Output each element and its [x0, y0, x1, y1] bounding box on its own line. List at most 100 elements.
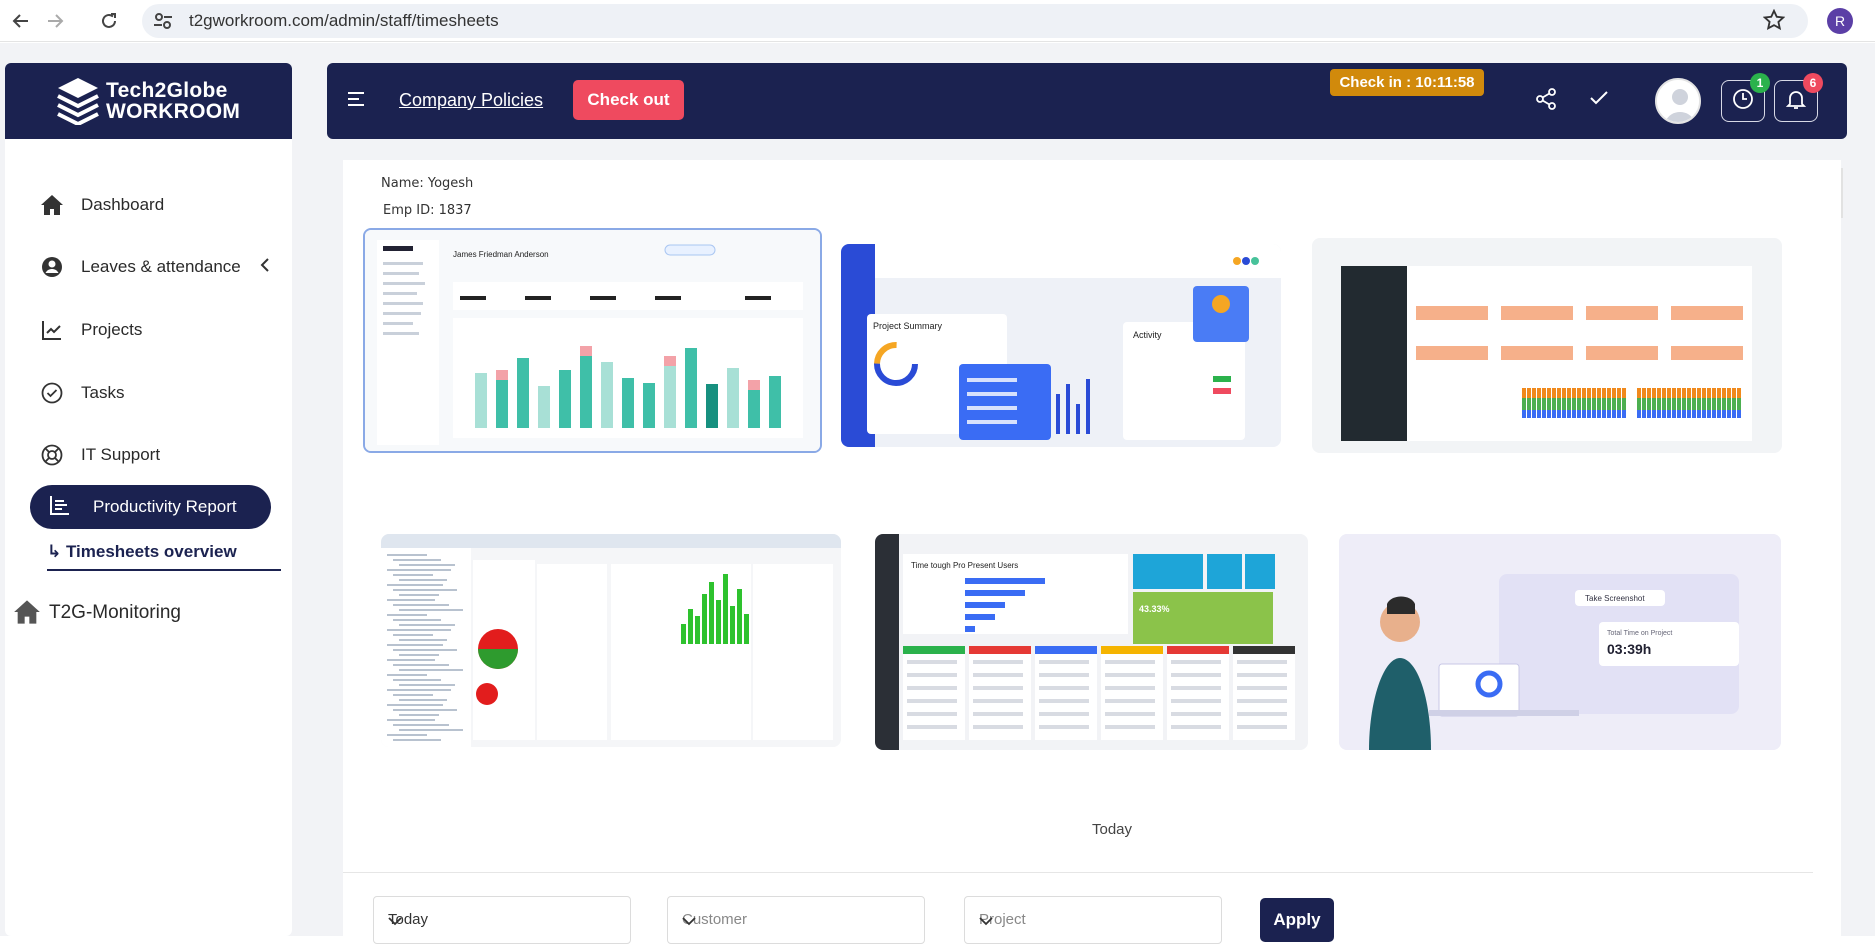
thumbnail-shape — [1237, 673, 1287, 677]
brand-logo[interactable]: Tech2Globe WORKROOM — [5, 63, 292, 139]
screenshot-thumbnail[interactable] — [1312, 238, 1782, 453]
thumbnail-shape — [1647, 410, 1651, 418]
thumbnail-shape — [1677, 398, 1681, 410]
thumbnail-shape — [387, 659, 435, 661]
thumbnail-shape — [1557, 398, 1561, 410]
period-select[interactable]: Today — [373, 896, 631, 944]
chevron-left-icon[interactable] — [260, 257, 270, 278]
shot5-percent: 43.33% — [1139, 604, 1170, 614]
dashboard-screenshot-image: James Friedman Anderson — [365, 230, 820, 451]
thumbnail-shape — [1637, 388, 1641, 398]
company-policies-link[interactable]: Company Policies — [399, 90, 543, 111]
thumbnail-shape — [1597, 388, 1601, 398]
thumbnail-shape — [1532, 398, 1536, 410]
check-circle-icon — [39, 380, 65, 406]
thumbnail-shape — [1577, 388, 1581, 398]
thumbnail-shape — [393, 634, 433, 636]
thumbnail-shape — [393, 574, 433, 576]
checkmark-icon[interactable] — [1588, 87, 1610, 114]
timer-button[interactable]: 1 — [1721, 73, 1770, 122]
sidebar-item-t2g-monitoring[interactable]: T2G-Monitoring — [5, 596, 205, 630]
screenshot-thumbnail[interactable]: Time tough Pro Present Users 43.33% — [875, 534, 1308, 750]
thumbnail-shape — [1607, 388, 1611, 398]
thumbnail-shape — [1612, 388, 1616, 398]
thumbnail-shape — [1692, 388, 1696, 398]
report-icon — [49, 495, 71, 520]
brand-line-1: Tech2Globe — [106, 79, 228, 102]
sidebar-item-leaves[interactable]: Leaves & attendance — [5, 247, 292, 287]
thumbnail-shape — [907, 673, 957, 677]
reload-icon[interactable] — [96, 8, 122, 34]
site-settings-icon[interactable] — [152, 10, 174, 37]
thumbnail-shape — [1707, 410, 1711, 418]
thumbnail-shape — [1501, 306, 1573, 320]
employee-name: Name: Yogesh — [381, 176, 474, 191]
thumbnail-shape — [1702, 388, 1706, 398]
thumbnail-shape — [685, 348, 697, 428]
thumbnail-shape — [1617, 410, 1621, 418]
shot6-time: 03:39h — [1607, 641, 1651, 657]
thumbnail-shape — [1035, 646, 1097, 654]
bookmark-star-icon[interactable] — [1762, 8, 1786, 36]
clock-icon — [1732, 88, 1754, 115]
sidebar-item-dashboard[interactable]: Dashboard — [5, 185, 292, 225]
thumbnail-shape — [681, 624, 686, 644]
thumbnail-shape — [1717, 388, 1721, 398]
hamburger-menu-icon[interactable] — [347, 91, 365, 112]
thumbnail-shape — [387, 689, 451, 691]
thumbnail-shape — [1682, 388, 1686, 398]
forward-arrow-icon[interactable] — [42, 8, 68, 34]
thumbnail-shape — [1692, 410, 1696, 418]
sidebar-item-projects[interactable]: Projects — [5, 310, 292, 350]
bell-icon — [1785, 88, 1807, 115]
thumbnail-shape — [1577, 410, 1581, 418]
time-tracker-screenshot-image — [1312, 238, 1782, 453]
thumbnail-shape — [1572, 388, 1576, 398]
thumbnail-shape — [1712, 398, 1716, 410]
shot6-take: Take Screenshot — [1585, 594, 1645, 603]
thumbnail-shape — [1039, 725, 1089, 729]
screenshot-thumbnail[interactable]: Project Summary Activity — [841, 244, 1281, 447]
thumbnail-shape — [387, 629, 451, 631]
thumbnail-shape — [1671, 346, 1743, 360]
screenshot-thumbnail[interactable]: James Friedman Anderson — [363, 228, 822, 453]
thumbnail-shape — [393, 559, 441, 561]
thumbnail-shape — [1567, 398, 1571, 410]
shot6-total: Total Time on Project — [1607, 630, 1672, 637]
thumbnail-shape — [1612, 398, 1616, 410]
home-icon — [13, 599, 41, 630]
thumbnail-shape — [1657, 398, 1661, 410]
sidebar-item-it-support[interactable]: IT Support — [5, 435, 292, 475]
brand-name: Tech2Globe WORKROOM — [106, 80, 240, 122]
thumbnail-shape — [702, 594, 707, 644]
project-select[interactable]: Project — [964, 896, 1222, 944]
share-icon[interactable] — [1534, 87, 1558, 116]
browser-profile-avatar[interactable]: R — [1827, 8, 1853, 34]
thumbnail-shape — [1727, 398, 1731, 410]
screenshot-thumbnail[interactable] — [381, 534, 841, 747]
thumbnail-shape — [601, 362, 613, 428]
thumbnail-shape — [1233, 646, 1295, 654]
thumbnail-shape — [1582, 388, 1586, 398]
thumbnail-shape — [1416, 346, 1488, 360]
check-out-button[interactable]: Check out — [573, 80, 684, 120]
sidebar-item-productivity-report[interactable]: Productivity Report — [30, 485, 271, 529]
back-arrow-icon[interactable] — [8, 8, 34, 34]
sidebar-subitem-timesheets-overview[interactable]: ↳ Timesheets overview — [47, 537, 281, 571]
thumbnail-shape — [1737, 410, 1741, 418]
thumbnail-shape — [1672, 388, 1676, 398]
thumbnail-shape — [1039, 673, 1089, 677]
notifications-button[interactable]: 6 — [1774, 73, 1823, 122]
shot2-activity: Activity — [1133, 330, 1162, 340]
apply-button[interactable]: Apply — [1260, 898, 1334, 942]
screenshot-thumbnail[interactable]: Take Screenshot Total Time on Project 03… — [1339, 534, 1781, 750]
thumbnail-shape — [744, 614, 749, 644]
thumbnail-shape — [399, 699, 447, 701]
sidebar-item-tasks[interactable]: Tasks — [5, 373, 292, 413]
thumbnail-shape — [475, 373, 487, 428]
brand-line-2: WORKROOM — [106, 100, 241, 123]
customer-select[interactable]: Customer — [667, 896, 925, 944]
user-avatar[interactable] — [1655, 78, 1701, 124]
thumbnail-shape — [387, 614, 427, 616]
thumbnail-shape — [1697, 388, 1701, 398]
